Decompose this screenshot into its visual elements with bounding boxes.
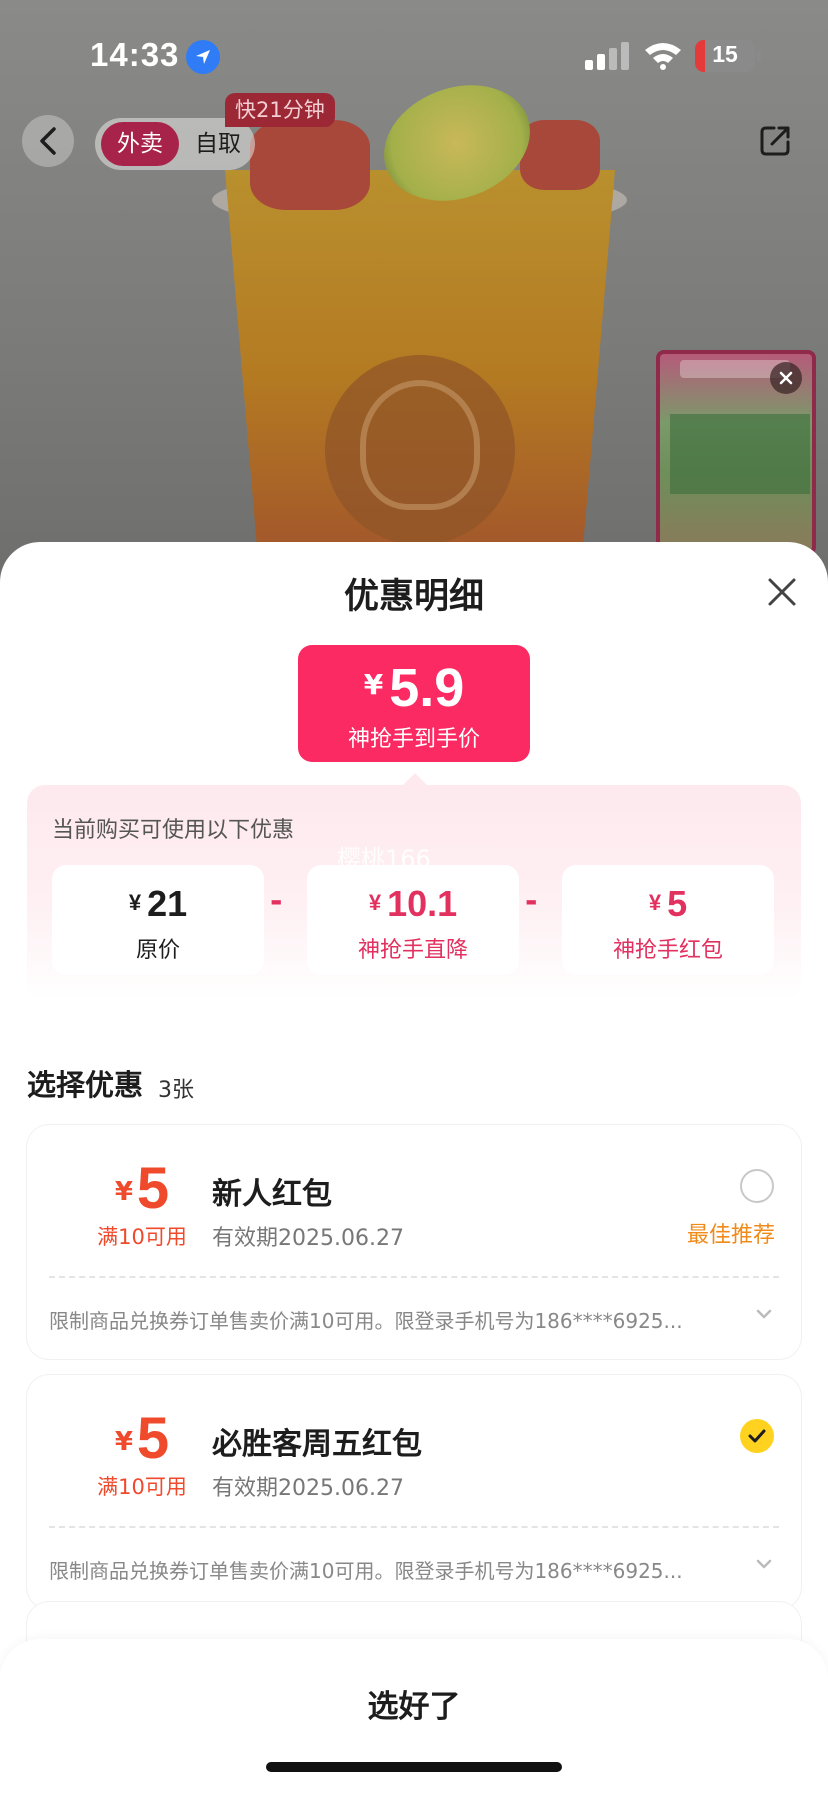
brand-logo-face	[360, 380, 480, 510]
tab-pickup[interactable]: 自取	[185, 122, 251, 166]
dashed-divider	[49, 1276, 779, 1278]
final-price-box: ¥5.9 神抢手到手价	[298, 645, 530, 762]
check-icon	[748, 1429, 766, 1443]
product-image-fruit	[520, 120, 600, 190]
currency-symbol: ¥	[114, 1177, 133, 1207]
coupon-amount-value: 5	[136, 1406, 170, 1471]
currency-symbol: ¥	[114, 1427, 133, 1457]
original-price-card: ¥21 原价	[52, 865, 264, 975]
currency-symbol: ¥	[648, 890, 662, 915]
home-indicator	[266, 1762, 562, 1772]
share-icon[interactable]	[758, 124, 792, 158]
coupon-name: 必胜客周五红包	[212, 1427, 422, 1462]
direct-discount-value: 10.1	[387, 883, 458, 924]
currency-symbol: ¥	[128, 890, 142, 915]
status-time: 14:33	[90, 36, 180, 73]
tab-delivery[interactable]: 外卖	[101, 122, 179, 166]
final-price-label: 神抢手到手价	[347, 727, 480, 752]
direct-discount-label: 神抢手直降	[357, 938, 468, 963]
discount-detail-sheet: 优惠明细 ¥5.9 神抢手到手价 当前购买可使用以下优惠 樱桃166 ¥21 原…	[0, 542, 828, 1795]
back-button[interactable]	[22, 115, 74, 167]
chevron-down-icon[interactable]	[755, 1557, 773, 1571]
coupon-amount: ¥5	[87, 1155, 197, 1222]
minus-sign: -	[270, 884, 283, 919]
close-live-icon[interactable]	[770, 362, 802, 394]
original-price-value: 21	[147, 883, 188, 924]
coupon-card[interactable]: ¥5 满10可用 新人红包 有效期2025.06.27 最佳推荐 限制商品兑换券…	[27, 1125, 801, 1359]
coupon-count: 3张	[158, 1078, 194, 1103]
battery-level: 15	[712, 41, 738, 67]
red-packet-card: ¥5 神抢手红包	[562, 865, 774, 975]
final-price: ¥5.9	[298, 657, 530, 719]
currency-symbol: ¥	[363, 668, 384, 701]
discount-breakdown-panel: 当前购买可使用以下优惠 樱桃166 ¥21 原价 - ¥10.1 神抢手直降 -…	[27, 785, 801, 1000]
price-pointer	[403, 773, 427, 785]
close-icon[interactable]	[762, 572, 802, 612]
footer-bar: 选好了	[0, 1639, 828, 1795]
battery-nub	[757, 50, 761, 62]
discount-hint: 当前购买可使用以下优惠	[52, 818, 295, 843]
red-packet-label: 神抢手红包	[612, 938, 723, 963]
select-discount-title: 选择优惠	[27, 1068, 144, 1102]
coupon-description: 限制商品兑换券订单售卖价满10可用。限登录手机号为186****6925...	[49, 1309, 683, 1333]
chevron-down-icon[interactable]	[755, 1307, 773, 1321]
coupon-expiry: 有效期2025.06.27	[212, 1226, 404, 1251]
sheet-title: 优惠明细	[343, 577, 484, 617]
coupon-condition: 满10可用	[97, 1225, 187, 1249]
coupon-card[interactable]: ¥5 满10可用 必胜客周五红包 有效期2025.06.27 限制商品兑换券订单…	[27, 1375, 801, 1609]
best-recommend-label: 最佳推荐	[687, 1223, 776, 1248]
coupon-expiry: 有效期2025.06.27	[212, 1476, 404, 1501]
wifi-icon	[645, 43, 681, 70]
location-arrow-icon	[186, 40, 220, 74]
coupon-radio-checked[interactable]	[740, 1419, 774, 1453]
final-price-value: 5.9	[389, 658, 465, 718]
coupon-radio[interactable]	[740, 1169, 774, 1203]
cellular-signal-icon	[585, 42, 629, 70]
red-packet-value: 5	[667, 883, 688, 924]
fast-badge: 快21分钟	[225, 93, 335, 127]
dashed-divider	[49, 1526, 779, 1528]
coupon-name: 新人红包	[212, 1177, 332, 1212]
confirm-button[interactable]: 选好了	[0, 1681, 828, 1726]
minus-sign: -	[525, 884, 538, 919]
status-bar: 14:33 15	[0, 0, 828, 110]
direct-discount-card: ¥10.1 神抢手直降	[307, 865, 519, 975]
currency-symbol: ¥	[368, 890, 382, 915]
coupon-amount-value: 5	[136, 1156, 170, 1221]
coupon-amount: ¥5	[87, 1405, 197, 1472]
battery-icon: 15	[695, 40, 755, 72]
original-price-label: 原价	[135, 938, 180, 963]
product-image-fruit	[250, 120, 370, 210]
coupon-description: 限制商品兑换券订单售卖价满10可用。限登录手机号为186****6925...	[49, 1559, 683, 1583]
coupon-condition: 满10可用	[97, 1475, 187, 1499]
